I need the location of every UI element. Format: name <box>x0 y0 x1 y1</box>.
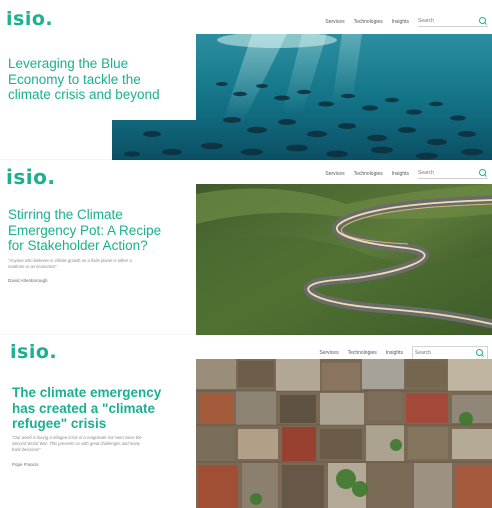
hero-image-winding-road <box>196 184 492 338</box>
nav-insights[interactable]: Insights <box>392 171 409 177</box>
top-nav: Services Technologies Insights Search <box>319 346 488 360</box>
hero-image-aerial-settlement <box>196 359 492 508</box>
nav-insights[interactable]: Insights <box>392 19 409 25</box>
article-headline[interactable]: Leveraging the Blue Economy to tackle th… <box>8 56 178 103</box>
search-box[interactable]: Search <box>418 16 488 27</box>
article-headline[interactable]: Stirring the Climate Emergency Pot: A Re… <box>8 207 173 254</box>
article-quote: "Our world is facing a refugee crisis of… <box>12 435 142 452</box>
search-icon[interactable] <box>478 168 488 178</box>
search-box[interactable]: Search <box>412 346 488 360</box>
search-box[interactable]: Search <box>418 168 488 179</box>
search-icon[interactable] <box>478 16 488 26</box>
quote-author: David Attenborough <box>8 278 48 283</box>
nav-technologies[interactable]: Technologies <box>354 171 383 177</box>
article-card-climate-emergency-pot[interactable]: isio. Services Technologies Insights Sea… <box>0 160 492 338</box>
isio-logo[interactable]: isio. <box>6 165 55 189</box>
isio-logo[interactable]: isio. <box>6 8 53 30</box>
search-icon[interactable] <box>475 348 485 358</box>
quote-author: Pope Francis <box>12 462 39 467</box>
search-input[interactable]: Search <box>418 170 478 176</box>
article-quote: "Anyone who believes in infinite growth … <box>8 258 132 269</box>
top-nav: Services Technologies Insights Search <box>325 168 488 179</box>
article-card-blue-economy[interactable]: isio. Services Technologies Insights Sea… <box>0 0 492 162</box>
aerial-settlement-illustration <box>196 359 492 508</box>
article-card-climate-refugee[interactable]: isio. Services Technologies Insights Sea… <box>0 335 492 508</box>
top-nav: Services Technologies Insights Search <box>325 16 488 27</box>
nav-services[interactable]: Services <box>325 19 344 25</box>
nav-services[interactable]: Services <box>319 350 338 356</box>
article-headline[interactable]: The climate emergency has created a "cli… <box>12 385 172 432</box>
isio-logo[interactable]: isio. <box>10 341 57 363</box>
search-input[interactable]: Search <box>418 18 478 24</box>
search-input[interactable]: Search <box>415 350 475 356</box>
nav-insights[interactable]: Insights <box>386 350 403 356</box>
nav-technologies[interactable]: Technologies <box>348 350 377 356</box>
nav-technologies[interactable]: Technologies <box>354 19 383 25</box>
nav-services[interactable]: Services <box>325 171 344 177</box>
winding-road-illustration <box>196 184 492 338</box>
